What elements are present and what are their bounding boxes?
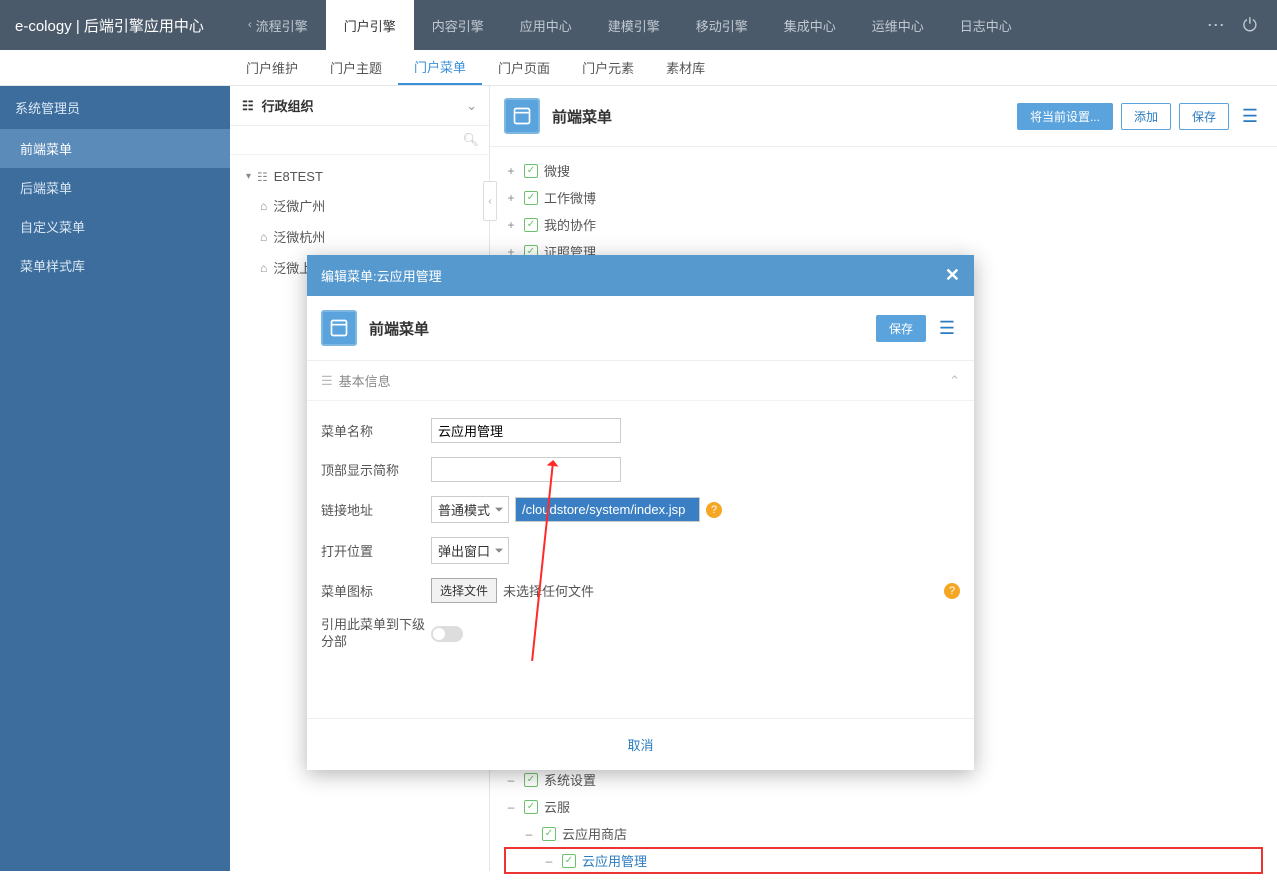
file-status: 未选择任何文件 xyxy=(503,581,594,600)
open-select[interactable]: 弹出窗口 xyxy=(431,537,509,564)
home-icon: ⌂ xyxy=(260,230,267,244)
name-label: 菜单名称 xyxy=(321,421,431,440)
list-icon[interactable]: ☰ xyxy=(1237,103,1263,129)
left-nav-front-menu[interactable]: 前端菜单 xyxy=(0,129,230,168)
left-nav-back-menu[interactable]: 后端菜单 xyxy=(0,168,230,207)
tree-row[interactable]: –✓云应用商店 xyxy=(504,820,1263,847)
ref-switch[interactable] xyxy=(431,626,463,642)
cancel-button[interactable]: 取消 xyxy=(627,738,653,753)
ref-label: 引用此菜单到下级分部 xyxy=(321,617,431,651)
tree-row[interactable]: –✓云服 xyxy=(504,793,1263,820)
chevron-down-icon[interactable]: ⌄ xyxy=(466,98,477,114)
power-icon[interactable]: ⏻ xyxy=(1243,15,1257,36)
help-icon[interactable]: ? xyxy=(706,502,722,518)
link-label: 链接地址 xyxy=(321,500,431,519)
name-input[interactable] xyxy=(431,418,621,443)
admin-label: 系统管理员 xyxy=(0,86,230,129)
top-tab-portal[interactable]: 门户引擎 xyxy=(326,0,414,50)
modal-save-button[interactable]: 保存 xyxy=(876,315,926,342)
collapse-handle[interactable]: ‹ xyxy=(483,181,497,221)
chevron-left-icon: ‹ xyxy=(248,19,252,31)
page-icon xyxy=(504,98,540,134)
link-url-input[interactable] xyxy=(515,497,700,522)
tree-row-selected[interactable]: –✓云应用管理 xyxy=(504,847,1263,874)
top-tab-log[interactable]: 日志中心 xyxy=(942,0,1030,50)
add-button[interactable]: 添加 xyxy=(1121,103,1171,130)
more-icon[interactable]: ⋯ xyxy=(1207,15,1225,36)
home-icon: ⌂ xyxy=(260,261,267,275)
hamburger-icon: ☰ xyxy=(321,373,333,389)
page-title: 前端菜单 xyxy=(552,106,1017,127)
top-tab-mobile[interactable]: 移动引擎 xyxy=(678,0,766,50)
chevron-up-icon[interactable]: ⌃ xyxy=(949,373,960,389)
close-icon[interactable]: ✕ xyxy=(945,265,960,286)
top-tab-integration[interactable]: 集成中心 xyxy=(766,0,854,50)
sub-tab-5[interactable]: 素材库 xyxy=(650,50,721,85)
list-icon[interactable]: ☰ xyxy=(934,315,960,341)
sub-tab-1[interactable]: 门户主题 xyxy=(314,50,398,85)
sub-tab-0[interactable]: 门户维护 xyxy=(230,50,314,85)
tree-row[interactable]: +✓工作微博 xyxy=(504,184,1263,211)
org-node-0[interactable]: ⌂泛微广州 xyxy=(240,190,479,221)
open-label: 打开位置 xyxy=(321,541,431,560)
save-button[interactable]: 保存 xyxy=(1179,103,1229,130)
sub-tab-2[interactable]: 门户菜单 xyxy=(398,50,482,85)
dialog-title: 编辑菜单:云应用管理 xyxy=(321,266,442,285)
link-mode-select[interactable]: 普通模式 xyxy=(431,496,509,523)
set-current-button[interactable]: 将当前设置... xyxy=(1017,103,1113,130)
tree-row[interactable]: +✓微搜 xyxy=(504,157,1263,184)
org-title: 行政组织 xyxy=(262,96,314,115)
home-icon: ⌂ xyxy=(260,199,267,213)
top-tab-process[interactable]: ‹流程引擎 xyxy=(230,0,326,50)
top-tab-ops[interactable]: 运维中心 xyxy=(854,0,942,50)
dialog-subtitle: 前端菜单 xyxy=(369,318,876,339)
help-icon[interactable]: ? xyxy=(944,583,960,599)
org-node-1[interactable]: ⌂泛微杭州 xyxy=(240,221,479,252)
sub-tab-4[interactable]: 门户元素 xyxy=(566,50,650,85)
left-nav-custom-menu[interactable]: 自定义菜单 xyxy=(0,207,230,246)
section-label: 基本信息 xyxy=(339,371,391,390)
top-tab-content[interactable]: 内容引擎 xyxy=(414,0,502,50)
icon-label: 菜单图标 xyxy=(321,581,431,600)
edit-menu-dialog: 编辑菜单:云应用管理 ✕ 前端菜单 保存 ☰ ☰ 基本信息 ⌃ 菜单名称 顶部显… xyxy=(307,255,974,770)
left-nav: 系统管理员 前端菜单 后端菜单 自定义菜单 菜单样式库 xyxy=(0,86,230,871)
page-icon xyxy=(321,310,357,346)
search-icon[interactable]: 🔍︎ xyxy=(462,132,479,147)
top-tabs: ‹流程引擎 门户引擎 内容引擎 应用中心 建模引擎 移动引擎 集成中心 运维中心… xyxy=(230,0,1207,50)
brand: e-cology | 后端引擎应用中心 xyxy=(0,0,230,50)
tree-row[interactable]: –✓系统设置 xyxy=(504,766,1263,793)
short-input[interactable] xyxy=(431,457,621,482)
org-node-root[interactable]: ▾☷E8TEST xyxy=(240,163,479,190)
sub-tab-3[interactable]: 门户页面 xyxy=(482,50,566,85)
org-icon: ☷ xyxy=(242,98,254,114)
left-nav-style[interactable]: 菜单样式库 xyxy=(0,246,230,285)
tree-row[interactable]: +✓我的协作 xyxy=(504,211,1263,238)
choose-file-button[interactable]: 选择文件 xyxy=(431,578,497,603)
top-tab-model[interactable]: 建模引擎 xyxy=(590,0,678,50)
top-tab-appcenter[interactable]: 应用中心 xyxy=(502,0,590,50)
short-label: 顶部显示简称 xyxy=(321,460,431,479)
